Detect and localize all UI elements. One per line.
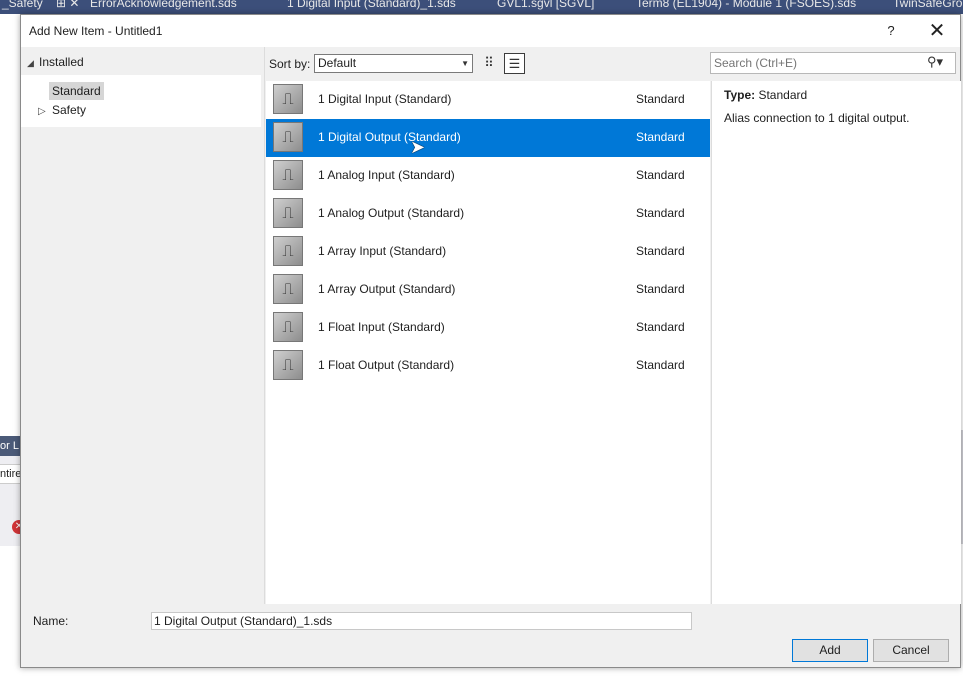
template-item-name: 1 Array Input (Standard) xyxy=(318,244,447,258)
template-item-category: Standard xyxy=(636,206,685,220)
template-list: ⎍ 1 Digital Input (Standard) Standard ⎍ … xyxy=(266,81,710,604)
ide-error-list-panel: or L ntire ✕ xyxy=(0,436,21,546)
item-description: Alias connection to 1 digital output. xyxy=(724,111,910,125)
template-item-icon: ⎍ xyxy=(273,84,303,114)
close-button[interactable]: ✕ xyxy=(923,19,951,43)
template-item-name: 1 Analog Output (Standard) xyxy=(318,206,465,220)
template-item-name: 1 Float Output (Standard) xyxy=(318,358,455,372)
ide-tab[interactable]: _Safety xyxy=(2,0,43,10)
template-item-icon: ⎍ xyxy=(273,160,303,190)
sort-by-label: Sort by: xyxy=(269,57,311,71)
grid-view-icon[interactable]: ⠿ xyxy=(479,53,499,73)
ide-tab[interactable]: TwinSafeGroup xyxy=(893,0,963,10)
template-item-name: 1 Float Input (Standard) xyxy=(318,320,445,334)
template-item-name: 1 Array Output (Standard) xyxy=(318,282,456,296)
template-item[interactable]: ⎍ 1 Float Input (Standard) Standard xyxy=(266,309,710,347)
tree-node-standard[interactable]: Standard xyxy=(49,82,104,100)
template-item[interactable]: ⎍ 1 Array Input (Standard) Standard xyxy=(266,233,710,271)
tree-node-installed[interactable]: ◢ Installed xyxy=(27,54,84,70)
ide-panel-title: or L xyxy=(0,436,21,456)
sort-by-value: Default xyxy=(318,56,357,70)
template-item-icon: ⎍ xyxy=(273,122,303,152)
add-button[interactable]: Add xyxy=(792,639,868,662)
mouse-cursor-icon: ➤ xyxy=(410,137,426,157)
item-type-value: Standard xyxy=(758,88,808,102)
item-details-panel: Type: Standard Alias connection to 1 dig… xyxy=(711,81,961,604)
template-item-name: 1 Analog Input (Standard) xyxy=(318,168,455,182)
template-item-category: Standard xyxy=(636,358,685,372)
search-box[interactable]: ⚲▾ xyxy=(710,52,956,74)
template-item-selected[interactable]: ⎍ 1 Digital Output (Standard) Standard ➤ xyxy=(266,119,710,157)
template-item-category: Standard xyxy=(636,244,685,258)
collapsed-arrow-icon[interactable]: ▷ xyxy=(38,103,52,121)
template-item-icon: ⎍ xyxy=(273,236,303,266)
template-item-icon: ⎍ xyxy=(273,274,303,304)
add-new-item-dialog: Add New Item - Untitled1 ? ✕ ◢ Installed … xyxy=(20,14,961,668)
category-tree-panel: ◢ Installed Standard ▷ Safety xyxy=(21,47,265,604)
tree-node-label: Safety xyxy=(52,103,87,117)
tree-node-label: Installed xyxy=(39,55,84,69)
template-item-icon: ⎍ xyxy=(273,312,303,342)
search-input[interactable] xyxy=(714,54,919,71)
ide-tab[interactable]: 1 Digital Input (Standard)_1.sds xyxy=(287,0,456,10)
template-item-category: Standard xyxy=(636,320,685,334)
template-item-name: 1 Digital Output (Standard) xyxy=(318,130,461,144)
template-item-category: Standard xyxy=(636,168,685,182)
item-type-label: Type: xyxy=(724,88,756,102)
template-item[interactable]: ⎍ 1 Analog Output (Standard) Standard xyxy=(266,195,710,233)
template-item[interactable]: ⎍ 1 Float Output (Standard) Standard xyxy=(266,347,710,385)
search-icon[interactable]: ⚲▾ xyxy=(927,54,943,70)
template-item[interactable]: ⎍ 1 Digital Input (Standard) Standard xyxy=(266,81,710,119)
template-item[interactable]: ⎍ 1 Array Output (Standard) Standard xyxy=(266,271,710,309)
template-item-category: Standard xyxy=(636,282,685,296)
category-tree: Standard ▷ Safety xyxy=(21,75,261,127)
dialog-title-bar: Add New Item - Untitled1 ? ✕ xyxy=(21,15,960,47)
list-view-icon[interactable]: ☰ xyxy=(504,53,525,74)
cancel-button[interactable]: Cancel xyxy=(873,639,949,662)
ide-tab-strip: _Safety ⊞ ✕ ErrorAcknowledgement.sds 1 D… xyxy=(0,0,963,14)
ide-tab-pin-icon[interactable]: ⊞ ✕ xyxy=(56,0,79,10)
expanded-arrow-icon[interactable]: ◢ xyxy=(27,55,39,71)
ide-tab[interactable]: Term8 (EL1904) - Module 1 (FSOES).sds xyxy=(636,0,856,10)
sort-by-dropdown[interactable]: Default ▼ xyxy=(314,54,473,73)
template-item-icon: ⎍ xyxy=(273,198,303,228)
template-item-icon: ⎍ xyxy=(273,350,303,380)
template-item-category: Standard xyxy=(636,92,685,106)
tree-node-safety[interactable]: ▷ Safety xyxy=(38,101,86,119)
name-field[interactable] xyxy=(151,612,692,630)
dropdown-arrow-icon: ▼ xyxy=(461,59,469,68)
template-item[interactable]: ⎍ 1 Analog Input (Standard) Standard xyxy=(266,157,710,195)
item-type: Type: Standard xyxy=(724,88,807,102)
ide-tab[interactable]: ErrorAcknowledgement.sds xyxy=(90,0,237,10)
ide-tab[interactable]: GVL1.sgvl [SGVL] xyxy=(497,0,594,10)
template-item-category: Standard xyxy=(636,130,685,144)
dialog-title: Add New Item - Untitled1 xyxy=(29,24,163,38)
ide-panel-row: ntire xyxy=(0,464,21,484)
help-button[interactable]: ? xyxy=(879,21,903,41)
template-item-name: 1 Digital Input (Standard) xyxy=(318,92,452,106)
name-label: Name: xyxy=(33,614,69,628)
